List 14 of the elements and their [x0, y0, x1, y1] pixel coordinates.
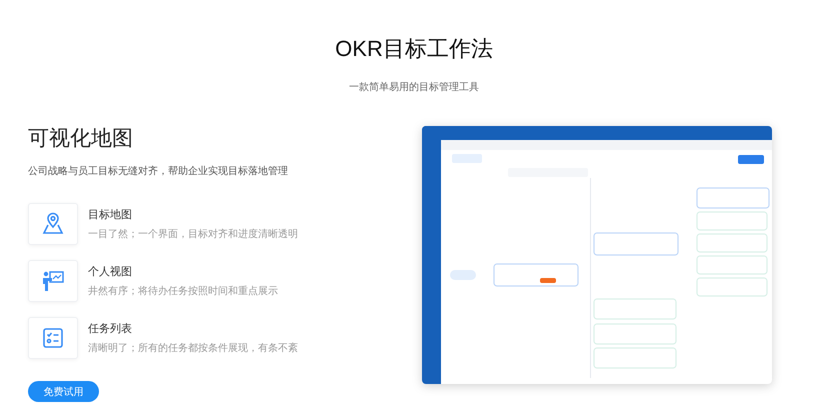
- map-pin-icon: [41, 212, 65, 236]
- feature-title: 任务列表: [88, 321, 133, 336]
- feature-title: 目标地图: [88, 207, 133, 222]
- feature-description: 井然有序；将待办任务按照时间和重点展示: [88, 284, 278, 298]
- section-description: 公司战略与员工目标无缝对齐，帮助企业实现目标落地管理: [28, 164, 289, 178]
- checklist-icon: [41, 326, 65, 350]
- free-trial-button[interactable]: 免费试用: [28, 381, 99, 402]
- presenter-icon: [41, 269, 65, 293]
- section-heading: 可视化地图: [28, 125, 134, 152]
- feature-title: 个人视图: [88, 264, 133, 279]
- feature-description: 一目了然；一个界面，目标对齐和进度清晰透明: [88, 228, 298, 241]
- feature-description: 清晰明了；所有的任务都按条件展现，有条不紊: [88, 342, 298, 355]
- page-title: OKR目标工作法: [335, 35, 493, 63]
- page-subtitle: 一款简单易用的目标管理工具: [349, 80, 479, 94]
